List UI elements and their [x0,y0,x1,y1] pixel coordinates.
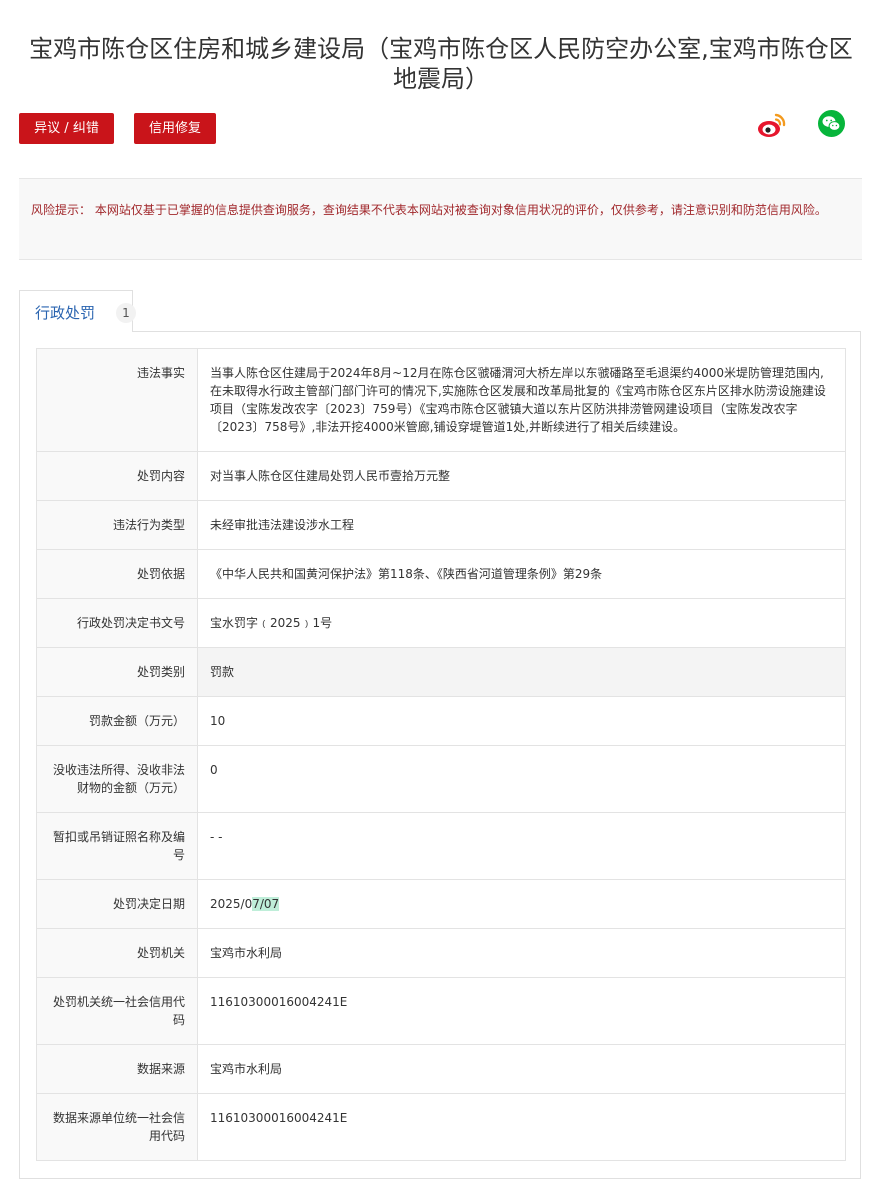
field-value: 11610300016004241E [197,1093,846,1161]
table-row: 没收违法所得、没收非法财物的金额（万元） 0 [36,745,846,813]
table-row: 行政处罚决定书文号 宝水罚字﹙2025﹚1号 [36,598,846,648]
date-prefix: 2025/0 [210,897,253,911]
risk-notice: 风险提示： 本网站仅基于已掌握的信息提供查询服务，查询结果不代表本网站对被查询对… [19,178,862,260]
field-label: 处罚机关统一社会信用代码 [36,977,198,1045]
field-label: 暂扣或吊销证照名称及编号 [36,812,198,880]
field-value: 当事人陈仓区住建局于2024年8月~12月在陈仓区虢磻渭河大桥左岸以东虢磻路至毛… [197,348,846,452]
field-label: 违法事实 [36,348,198,452]
field-value: 2025/07/07 [197,879,846,929]
field-label: 数据来源单位统一社会信用代码 [36,1093,198,1161]
table-row: 处罚机关统一社会信用代码 11610300016004241E [36,977,846,1045]
field-label: 处罚依据 [36,549,198,599]
table-row: 罚款金额（万元） 10 [36,696,846,746]
field-value: 10 [197,696,846,746]
wechat-icon[interactable] [818,110,845,137]
field-value: 《中华人民共和国黄河保护法》第118条、《陕西省河道管理条例》第29条 [197,549,846,599]
field-value: 0 [197,745,846,813]
table-row: 处罚类别 罚款 [36,647,846,697]
field-value: 未经审批违法建设涉水工程 [197,500,846,550]
table-row: 违法行为类型 未经审批违法建设涉水工程 [36,500,846,550]
field-value: 11610300016004241E [197,977,846,1045]
tab-administrative-penalty[interactable]: 行政处罚 1 [19,290,136,332]
objection-button[interactable]: 异议 / 纠错 [19,113,114,144]
penalty-detail-table: 违法事实 当事人陈仓区住建局于2024年8月~12月在陈仓区虢磻渭河大桥左岸以东… [36,348,846,1161]
field-label: 处罚决定日期 [36,879,198,929]
tab-count-badge: 1 [116,303,136,323]
table-row: 处罚依据 《中华人民共和国黄河保护法》第118条、《陕西省河道管理条例》第29条 [36,549,846,599]
field-value: 宝鸡市水利局 [197,928,846,978]
field-value: 宝鸡市水利局 [197,1044,846,1094]
table-row: 处罚决定日期 2025/07/07 [36,879,846,929]
table-row: 处罚机关 宝鸡市水利局 [36,928,846,978]
weibo-icon[interactable] [757,111,787,141]
date-highlight: 7/07 [252,897,280,911]
field-label: 没收违法所得、没收非法财物的金额（万元） [36,745,198,813]
field-label: 违法行为类型 [36,500,198,550]
field-value: 对当事人陈仓区住建局处罚人民币壹拾万元整 [197,451,846,501]
table-row: 处罚内容 对当事人陈仓区住建局处罚人民币壹拾万元整 [36,451,846,501]
table-row: 数据来源 宝鸡市水利局 [36,1044,846,1094]
table-row: 数据来源单位统一社会信用代码 11610300016004241E [36,1093,846,1161]
table-row: 暂扣或吊销证照名称及编号 - - [36,812,846,880]
field-value: - - [197,812,846,880]
field-label: 行政处罚决定书文号 [36,598,198,648]
penalty-detail-panel: 违法事实 当事人陈仓区住建局于2024年8月~12月在陈仓区虢磻渭河大桥左岸以东… [19,331,861,1179]
field-label: 罚款金额（万元） [36,696,198,746]
field-label: 处罚类别 [36,647,198,697]
tab-label: 行政处罚 [35,304,96,322]
field-label: 数据来源 [36,1044,198,1094]
page-title: 宝鸡市陈仓区住房和城乡建设局（宝鸡市陈仓区人民防空办公室,宝鸡市陈仓区地震局） [29,35,853,93]
table-row: 违法事实 当事人陈仓区住建局于2024年8月~12月在陈仓区虢磻渭河大桥左岸以东… [36,348,846,452]
field-label: 处罚机关 [36,928,198,978]
field-value: 罚款 [197,647,846,697]
field-value: 宝水罚字﹙2025﹚1号 [197,598,846,648]
field-label: 处罚内容 [36,451,198,501]
credit-repair-button[interactable]: 信用修复 [134,113,216,144]
